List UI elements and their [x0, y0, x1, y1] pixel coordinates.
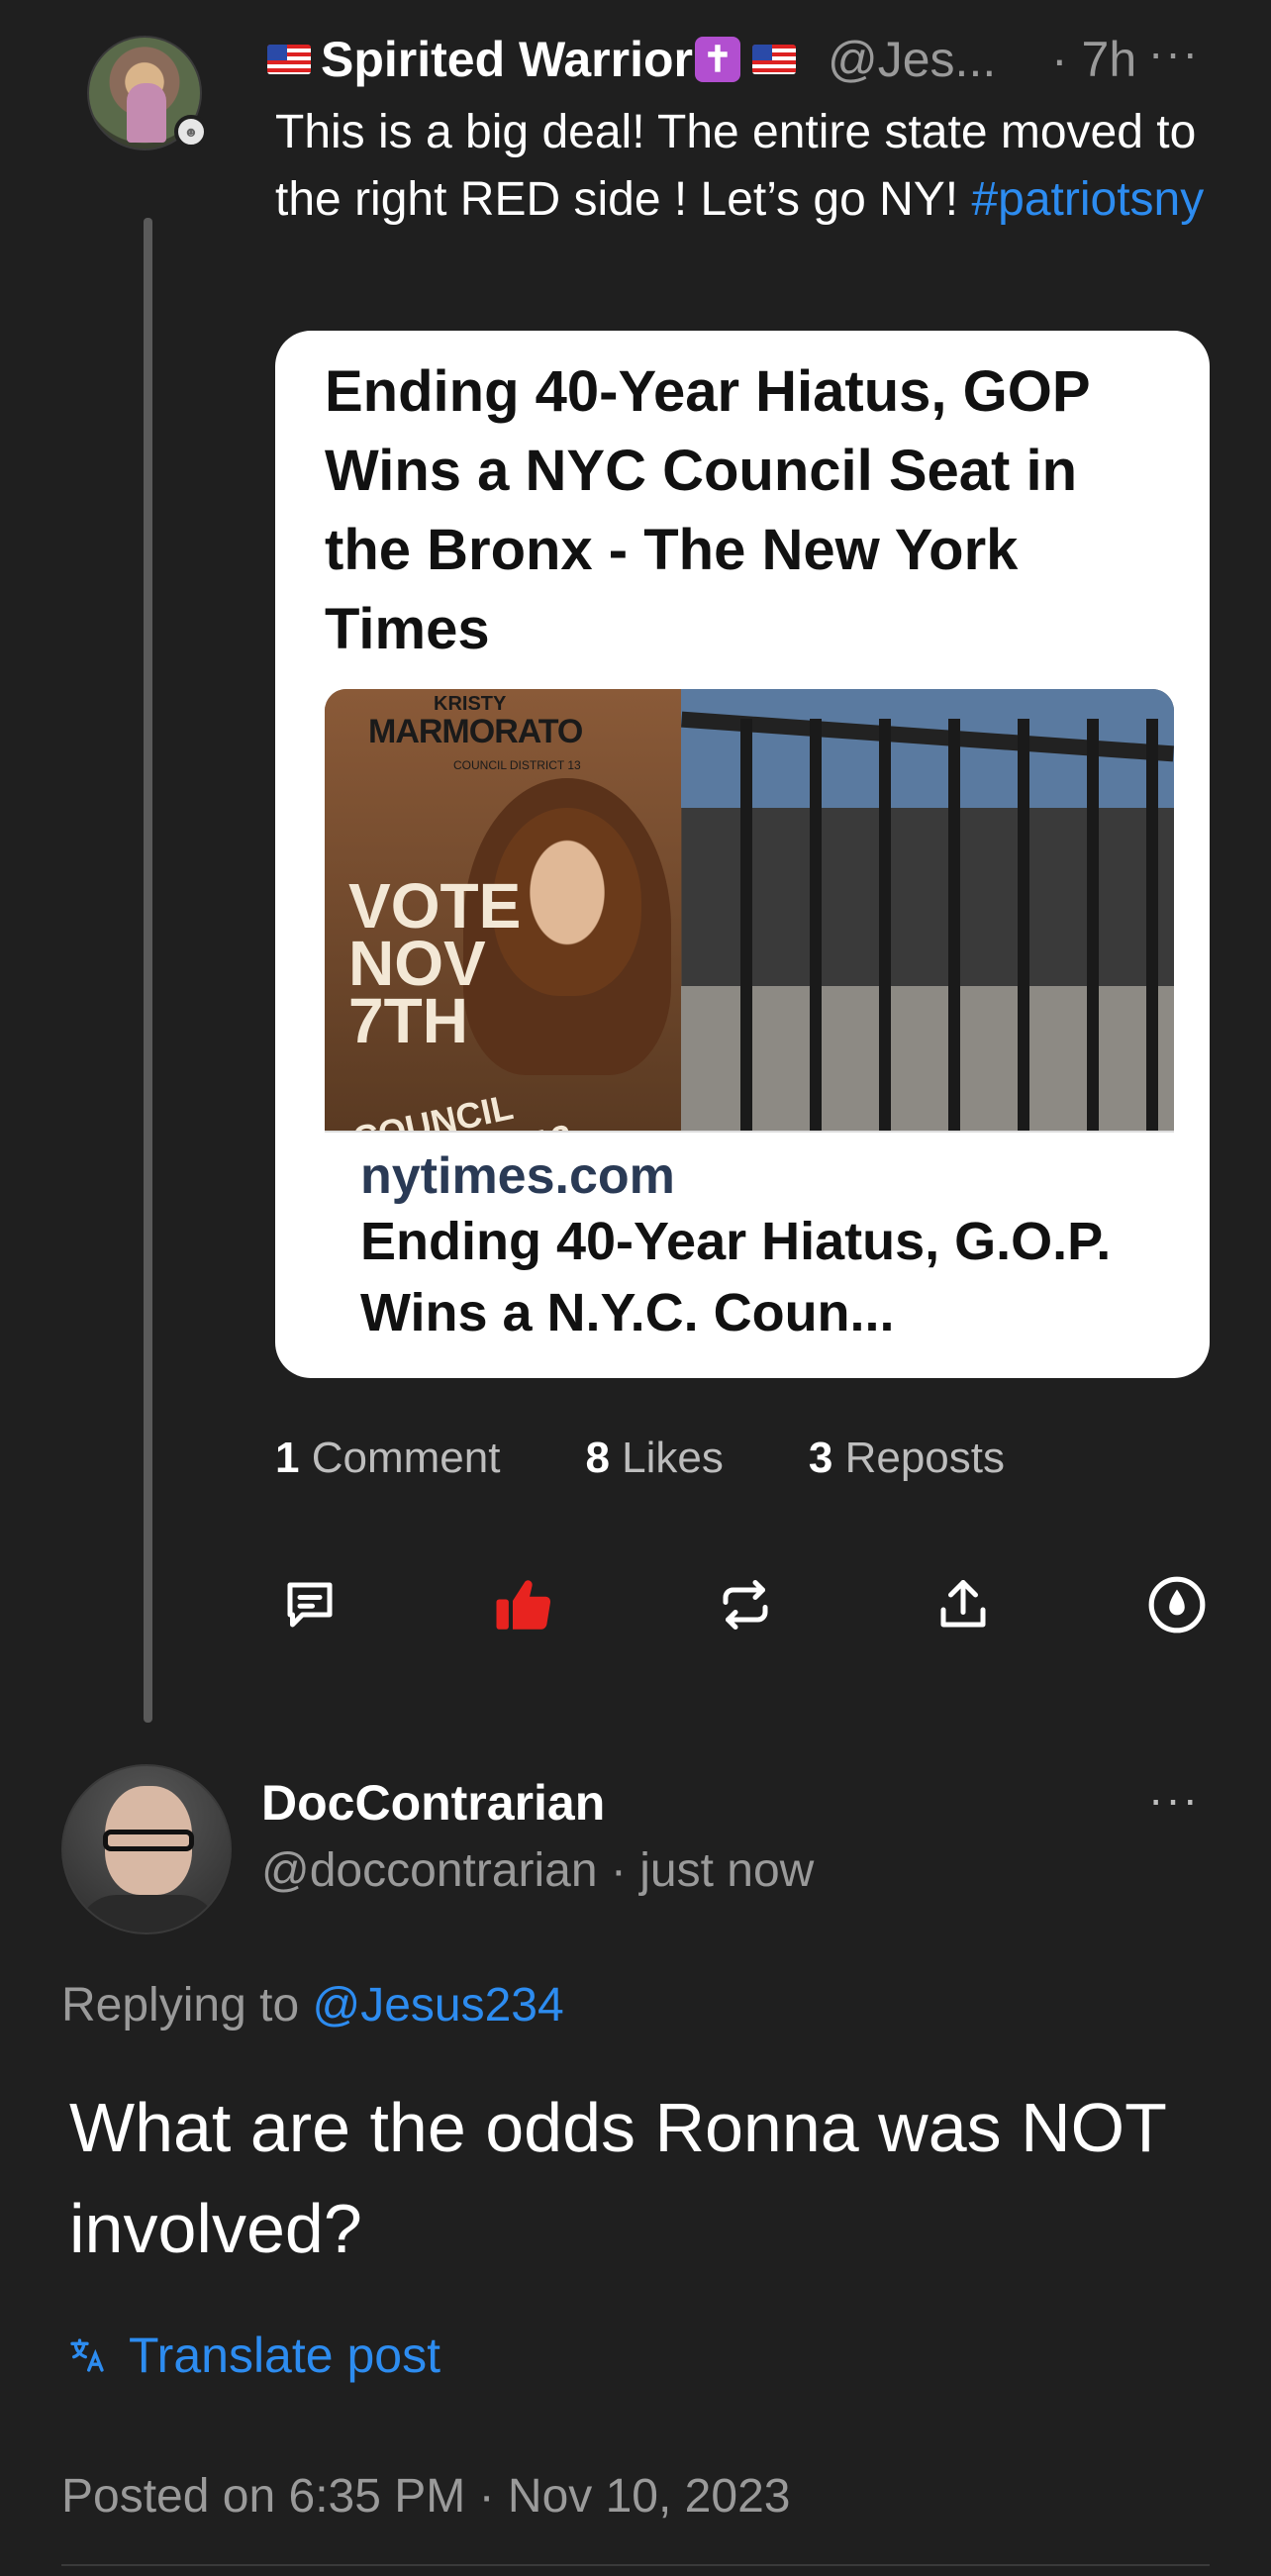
comment-icon	[287, 1582, 333, 1628]
author-handle[interactable]: @Jes...	[828, 31, 996, 88]
reply-text: What are the odds Ronna was NOT involved…	[69, 2089, 1166, 2267]
replying-prefix: Replying to	[61, 1979, 313, 2031]
comments-count: 1	[275, 1434, 300, 1482]
bookmark-icon	[1148, 1576, 1206, 1634]
comments-stat[interactable]: 1 Comment	[275, 1434, 500, 1483]
image-railing-bar	[1018, 719, 1029, 1131]
translate-post-button[interactable]: Translate post	[65, 2327, 440, 2384]
post-header: Spirited Warrior ✝ @Jes...	[267, 28, 996, 91]
share-button[interactable]	[929, 1570, 998, 1639]
cross-icon: ✝	[694, 37, 740, 82]
avatar-badge-icon: ☻	[174, 115, 208, 149]
author-name[interactable]: Spirited Warrior	[321, 31, 693, 88]
translate-icon	[65, 2333, 109, 2377]
reply-author-handle[interactable]: @doccontrarian · just now	[261, 1843, 814, 1898]
replying-to-line: Replying to @Jesus234	[61, 1978, 564, 2032]
reposts-stat[interactable]: 3 Reposts	[809, 1434, 1005, 1483]
card-image: KRISTY MARMORATO COUNCIL DISTRICT 13 VOT…	[325, 689, 1174, 1131]
poster-vote-text: VOTE NOV 7TH	[348, 870, 522, 1056]
likes-count: 8	[585, 1434, 610, 1482]
card-headline: Ending 40-Year Hiatus, GOP Wins a NYC Co…	[325, 359, 1090, 661]
reposts-label: Reposts	[832, 1434, 1005, 1482]
post-stats: 1 Comment 8 Likes 3 Reposts	[275, 1434, 1090, 1483]
card-title: Ending 40-Year Hiatus, G.O.P. Wins a N.Y…	[360, 1212, 1112, 1342]
thread-line	[144, 218, 152, 1723]
image-railing-bar	[740, 719, 752, 1131]
posted-timestamp: Posted on 6:35 PM · Nov 10, 2023	[61, 2470, 791, 2523]
comments-label: Comment	[299, 1434, 501, 1482]
us-flag-icon	[267, 45, 311, 74]
us-flag-icon	[751, 45, 796, 74]
card-divider	[325, 1131, 1174, 1133]
replying-to-link[interactable]: @Jesus234	[312, 1979, 563, 2031]
share-icon	[940, 1580, 986, 1628]
divider	[61, 2564, 1210, 2566]
hashtag-link[interactable]: #patriotsny	[971, 173, 1204, 226]
avatar-glasses	[103, 1830, 194, 1851]
reply-author-avatar[interactable]	[61, 1764, 232, 1934]
bookmark-button[interactable]	[1142, 1570, 1212, 1639]
image-railing-bar	[1146, 719, 1158, 1131]
post-time: · 7h	[1051, 32, 1137, 87]
avatar-figure	[127, 83, 166, 143]
likes-label: Likes	[609, 1434, 724, 1482]
campaign-poster: KRISTY MARMORATO COUNCIL DISTRICT 13 VOT…	[325, 689, 681, 1131]
image-sidewalk	[681, 986, 1174, 1131]
reposts-count: 3	[808, 1434, 833, 1482]
reply-author-name[interactable]: DocContrarian	[261, 1774, 605, 1832]
translate-label: Translate post	[129, 2328, 440, 2383]
avatar-suit	[77, 1895, 220, 1932]
thumbs-up-icon	[496, 1580, 551, 1630]
image-railing-bar	[948, 719, 960, 1131]
image-railing-bar	[1087, 719, 1099, 1131]
more-options-icon[interactable]: ···	[1148, 26, 1200, 79]
post-text: This is a big deal! The entire state mov…	[275, 99, 1206, 234]
reply-more-options-icon[interactable]: ···	[1148, 1772, 1200, 1826]
card-domain: nytimes.com	[360, 1147, 675, 1205]
image-railing-bar	[879, 719, 891, 1131]
link-preview-card[interactable]: Ending 40-Year Hiatus, GOP Wins a NYC Co…	[275, 331, 1210, 1378]
comment-button[interactable]	[275, 1570, 344, 1639]
like-button[interactable]	[489, 1570, 558, 1639]
action-bar	[275, 1570, 1210, 1649]
poster-name: MARMORATO	[368, 713, 583, 750]
likes-stat[interactable]: 8 Likes	[585, 1434, 723, 1483]
poster-subtitle: COUNCIL DISTRICT 13	[453, 758, 581, 772]
image-railing-bar	[810, 719, 822, 1131]
repost-button[interactable]	[711, 1570, 780, 1639]
repost-icon	[723, 1580, 768, 1630]
